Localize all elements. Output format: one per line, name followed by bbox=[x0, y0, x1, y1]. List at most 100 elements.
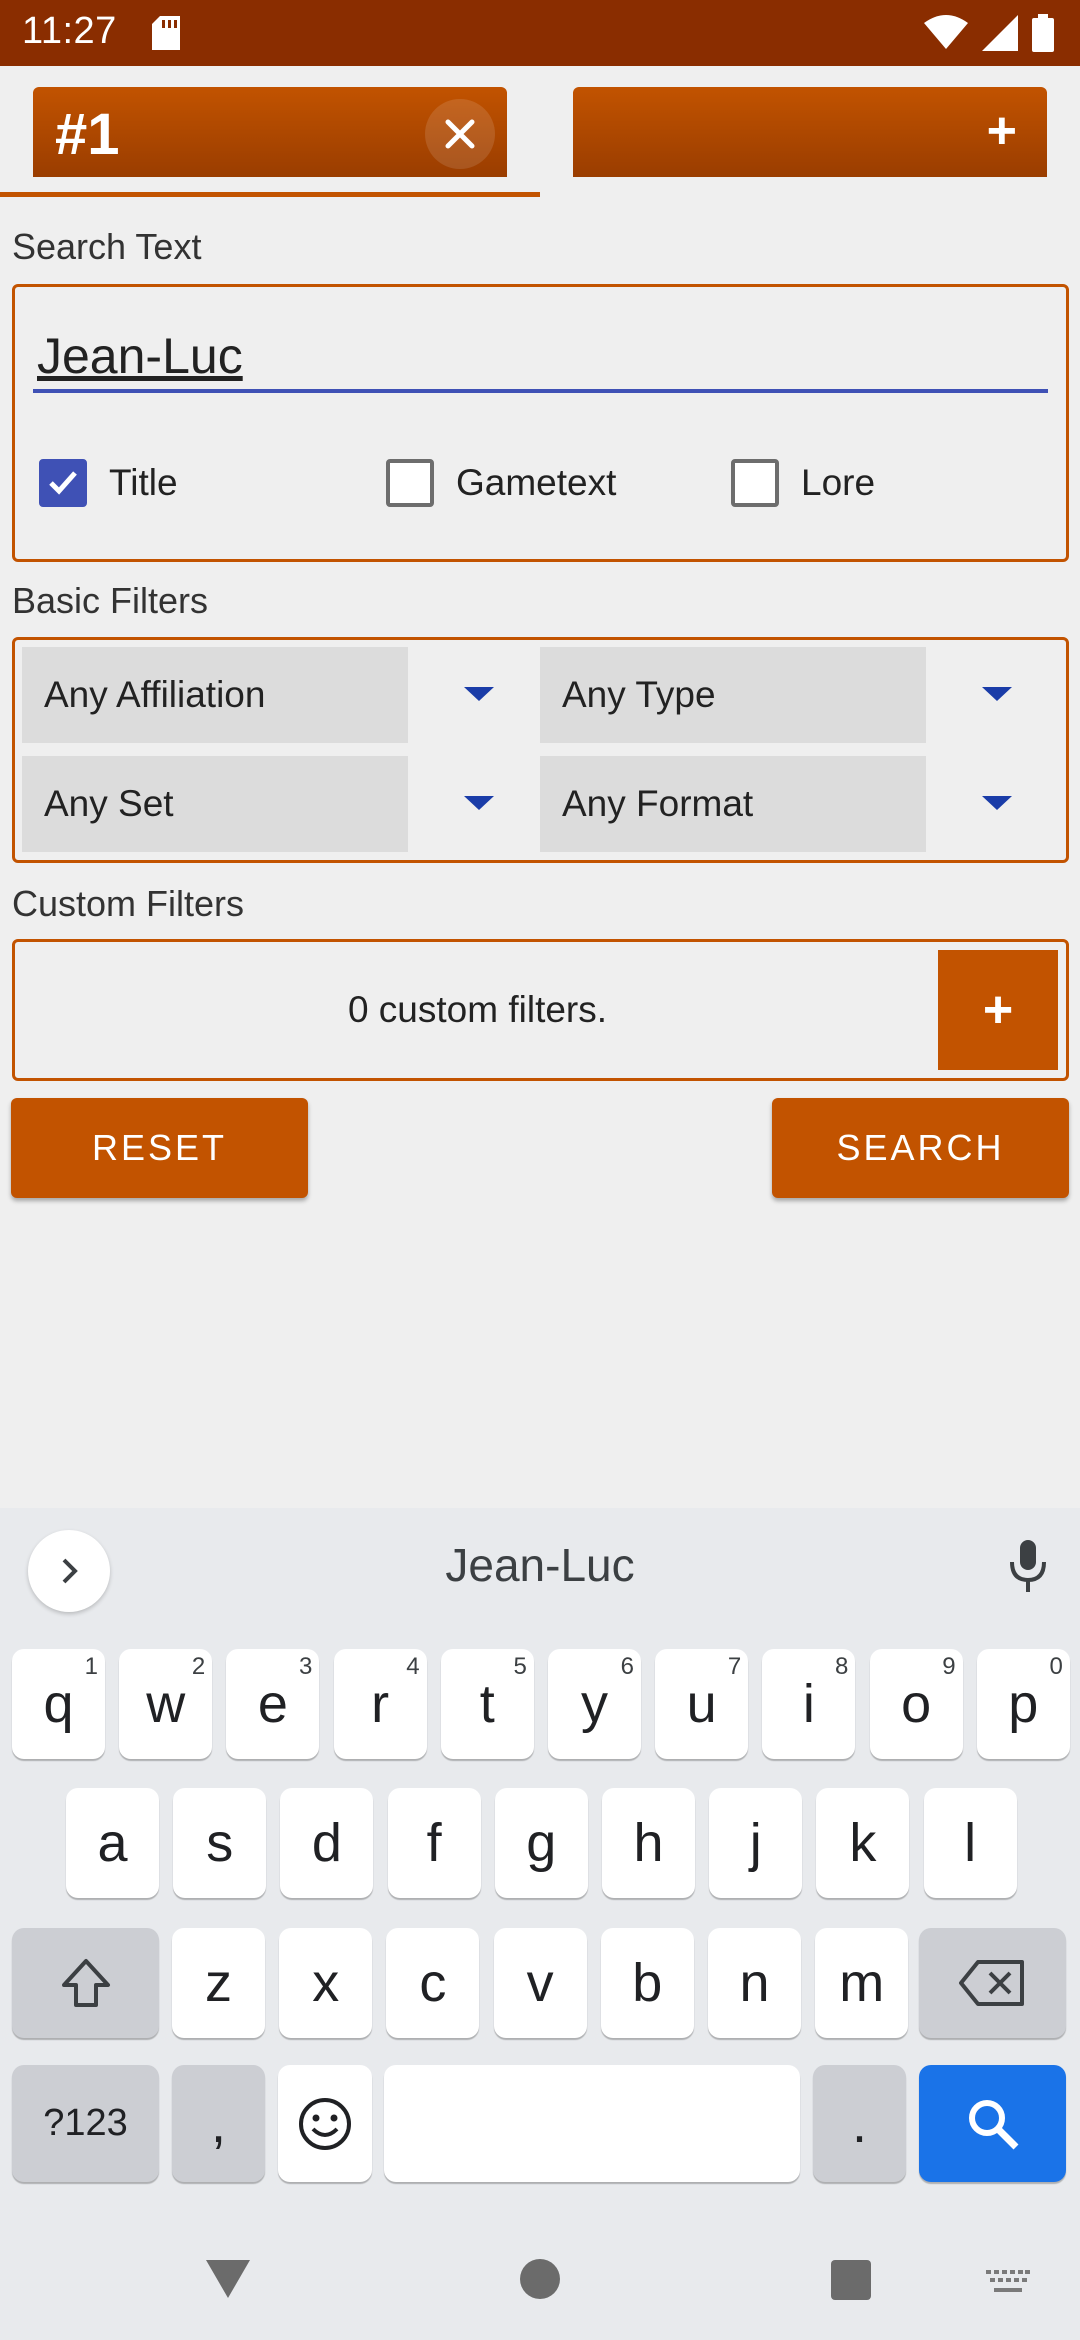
backspace-icon bbox=[958, 1960, 1024, 2006]
key-hint: 2 bbox=[191, 1653, 206, 1680]
key-label: y bbox=[581, 1674, 608, 1734]
key-label: o bbox=[901, 1674, 932, 1734]
search-box: Jean-Luc Title Gametext Lore bbox=[12, 284, 1069, 562]
add-tab-button[interactable]: + bbox=[573, 87, 1047, 177]
dropdown-arrow-icon bbox=[982, 687, 1012, 701]
key-d[interactable]: d bbox=[280, 1788, 374, 1898]
key-t[interactable]: t5 bbox=[440, 1649, 534, 1759]
dropdown-arrow-icon bbox=[982, 796, 1012, 810]
wifi-icon bbox=[924, 15, 968, 56]
affiliation-dropdown[interactable]: Any Affiliation bbox=[22, 647, 522, 743]
symbols-key[interactable]: ?123 bbox=[12, 2065, 159, 2182]
home-nav-button[interactable] bbox=[518, 2257, 562, 2306]
set-value: Any Set bbox=[22, 756, 408, 852]
key-e[interactable]: e3 bbox=[226, 1649, 320, 1759]
lore-checkbox[interactable]: Lore bbox=[731, 459, 875, 507]
key-label: u bbox=[686, 1674, 717, 1734]
tab-1-label: #1 bbox=[55, 102, 120, 167]
gametext-checkbox[interactable]: Gametext bbox=[386, 459, 616, 507]
key-hint: 7 bbox=[727, 1653, 742, 1680]
space-key[interactable] bbox=[384, 2065, 800, 2182]
key-label: t bbox=[479, 1674, 495, 1734]
add-custom-filter-button[interactable]: + bbox=[938, 950, 1058, 1070]
keyboard-switcher-button[interactable] bbox=[986, 2270, 1030, 2301]
affiliation-value: Any Affiliation bbox=[22, 647, 408, 743]
key-h[interactable]: h bbox=[602, 1788, 695, 1898]
set-dropdown[interactable]: Any Set bbox=[22, 756, 522, 852]
sd-card-icon bbox=[152, 16, 180, 55]
close-tab-button[interactable] bbox=[425, 99, 495, 169]
key-q[interactable]: q1 bbox=[12, 1649, 105, 1759]
period-key[interactable]: . bbox=[813, 2065, 906, 2182]
key-hint: 9 bbox=[942, 1653, 956, 1680]
key-o[interactable]: o9 bbox=[869, 1649, 963, 1759]
key-p[interactable]: p0 bbox=[976, 1649, 1070, 1759]
close-icon bbox=[445, 119, 475, 149]
expand-toolbar-button[interactable] bbox=[28, 1530, 110, 1612]
format-dropdown[interactable]: Any Format bbox=[540, 756, 1040, 852]
custom-filters-label: Custom Filters bbox=[12, 883, 245, 924]
microphone-button[interactable] bbox=[1006, 1538, 1050, 1599]
key-l[interactable]: l bbox=[923, 1788, 1017, 1898]
suggestion-word[interactable]: Jean-Luc bbox=[340, 1538, 740, 1592]
key-b[interactable]: b bbox=[600, 1928, 694, 2038]
key-v[interactable]: v bbox=[493, 1928, 587, 2038]
comma-key[interactable]: , bbox=[172, 2065, 265, 2182]
format-value: Any Format bbox=[540, 756, 926, 852]
key-x[interactable]: x bbox=[279, 1928, 373, 2038]
search-button[interactable]: SEARCH bbox=[772, 1098, 1069, 1198]
battery-icon bbox=[1032, 14, 1054, 57]
shift-key[interactable] bbox=[12, 1928, 159, 2038]
key-n[interactable]: n bbox=[708, 1928, 801, 2038]
key-r[interactable]: r4 bbox=[333, 1649, 427, 1759]
status-bar: 11:27 bbox=[0, 0, 1080, 66]
type-dropdown[interactable]: Any Type bbox=[540, 647, 1040, 743]
key-w[interactable]: w2 bbox=[119, 1649, 213, 1759]
key-m[interactable]: m bbox=[815, 1928, 909, 2038]
key-a[interactable]: a bbox=[66, 1788, 159, 1898]
key-z[interactable]: z bbox=[172, 1928, 265, 2038]
tab-indicator bbox=[0, 192, 540, 197]
key-hint: 1 bbox=[84, 1653, 98, 1680]
custom-filters-box: 0 custom filters. + bbox=[12, 939, 1069, 1081]
key-hint: 4 bbox=[406, 1653, 420, 1680]
key-f[interactable]: f bbox=[387, 1788, 481, 1898]
key-k[interactable]: k bbox=[816, 1788, 910, 1898]
key-label: w bbox=[146, 1674, 186, 1734]
basic-filters-box: Any Affiliation Any Type Any Set Any For… bbox=[12, 637, 1069, 863]
checkbox-unchecked-icon bbox=[731, 459, 779, 507]
key-y[interactable]: y6 bbox=[548, 1649, 641, 1759]
keyboard: Jean-Luc ?123 , . q1w2e3r4t5y 6 u 7 i 8 … bbox=[0, 1508, 1080, 2340]
key-u[interactable]: u7 bbox=[655, 1649, 749, 1759]
recents-square-icon bbox=[831, 2260, 871, 2300]
chevron-right-icon bbox=[62, 1558, 78, 1584]
key-hint: 0 bbox=[1049, 1653, 1063, 1680]
key-hint: 5 bbox=[513, 1653, 527, 1680]
backspace-key[interactable] bbox=[919, 1928, 1066, 2038]
reset-button[interactable]: RESET bbox=[11, 1098, 308, 1198]
recents-nav-button[interactable] bbox=[830, 2259, 872, 2306]
key-c[interactable]: c bbox=[386, 1928, 480, 2038]
dropdown-arrow-icon bbox=[464, 796, 494, 810]
key-hint: 3 bbox=[299, 1653, 313, 1680]
lore-checkbox-label: Lore bbox=[801, 462, 876, 503]
navigation-bar bbox=[0, 2230, 1080, 2340]
dropdown-arrow-icon bbox=[464, 687, 494, 701]
microphone-icon bbox=[1010, 1540, 1046, 1592]
shift-icon bbox=[61, 1959, 110, 2007]
title-checkbox[interactable]: Title bbox=[39, 459, 178, 507]
back-nav-button[interactable] bbox=[204, 2256, 252, 2307]
search-input[interactable]: Jean-Luc bbox=[33, 323, 1048, 393]
search-key[interactable] bbox=[919, 2065, 1066, 2182]
tab-1[interactable]: #1 bbox=[33, 87, 507, 177]
key-g[interactable]: g bbox=[494, 1788, 588, 1898]
emoji-key[interactable] bbox=[278, 2065, 372, 2182]
key-j[interactable]: j bbox=[709, 1788, 803, 1898]
key-s[interactable]: s bbox=[173, 1788, 267, 1898]
key-hint: 8 bbox=[835, 1653, 849, 1680]
key-label: q bbox=[43, 1674, 74, 1734]
key-i[interactable]: i8 bbox=[762, 1649, 856, 1759]
basic-filters-label: Basic Filters bbox=[12, 580, 209, 621]
key-label: p bbox=[1008, 1674, 1039, 1734]
key-hint: 6 bbox=[620, 1653, 634, 1680]
